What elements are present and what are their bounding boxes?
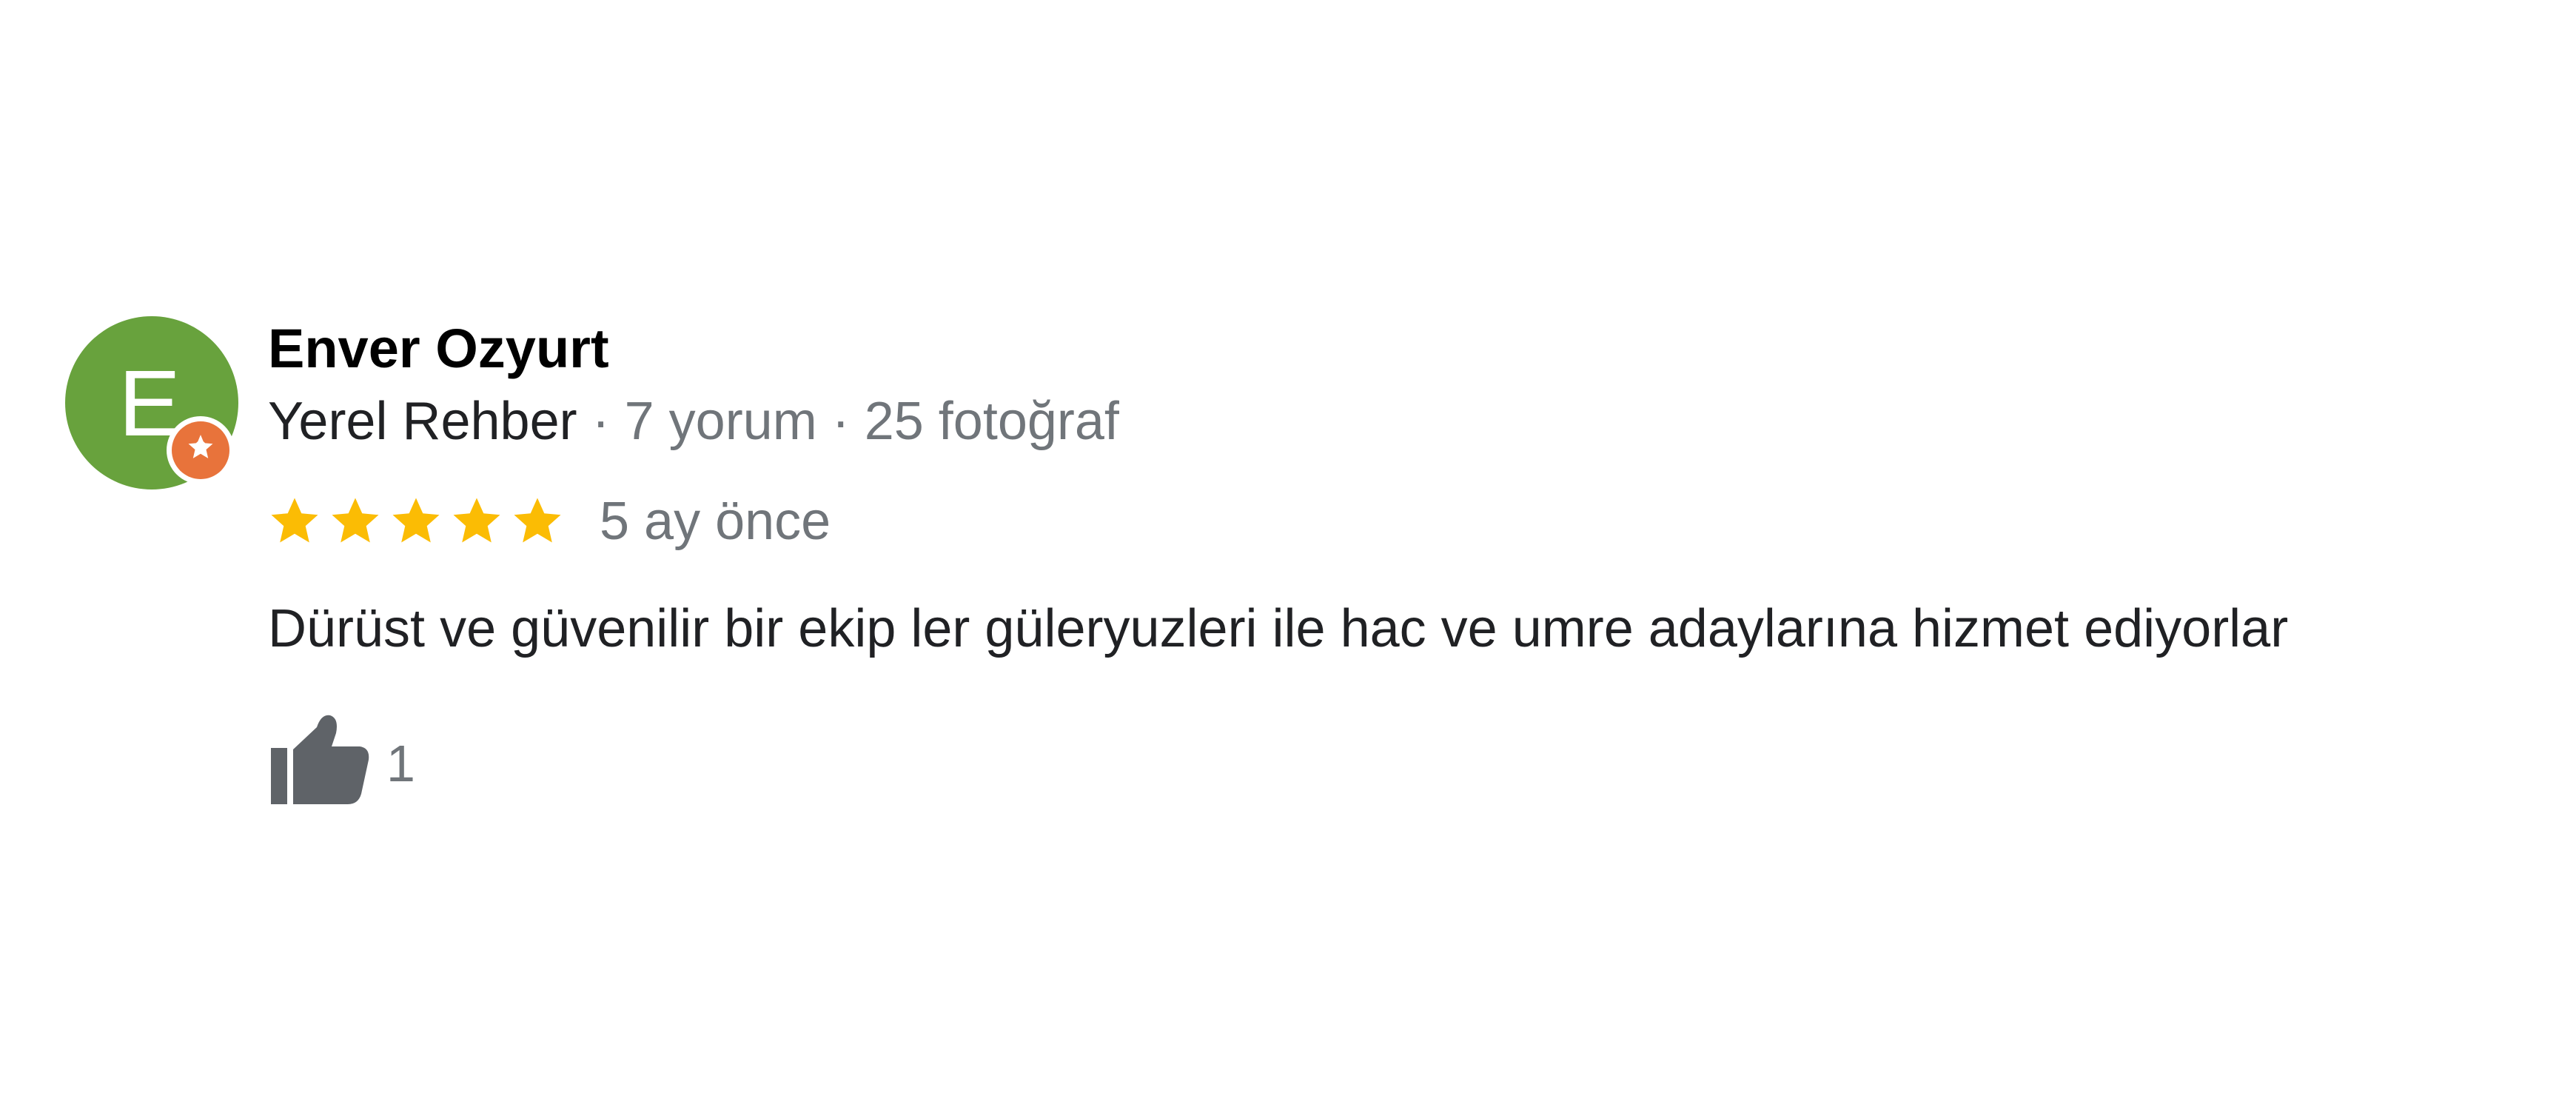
meta-separator: · [816,392,865,451]
meta-separator: · [577,392,625,451]
rating-row: 5 ay önce [268,489,831,554]
author-name[interactable]: Enver Ozyurt [268,317,609,380]
review-card: E Enver Ozyurt Yerel Rehber · 7 yorum · … [0,0,2576,1096]
local-guide-badge-icon [167,416,235,484]
like-button[interactable] [268,711,372,807]
badge-star-icon [188,435,213,458]
author-photo-count: 25 fotoğraf [864,392,1119,451]
star-icon [453,498,500,543]
author-meta: Yerel Rehber · 7 yorum · 25 fotoğraf [268,391,1119,452]
like-row: 1 [268,711,415,807]
star-rating [268,495,571,548]
star-icon [514,498,561,543]
review-date: 5 ay önce [600,492,831,551]
star-icon [332,498,379,543]
star-icon [271,498,318,543]
star-icon [392,498,440,543]
review-text: Dürüst ve güvenilir bir ekip ler güleryu… [268,599,2289,658]
author-level: Yerel Rehber [268,392,577,451]
author-review-count: 7 yorum [624,392,817,451]
thumbs-up-icon [271,715,369,804]
like-count: 1 [386,735,415,792]
